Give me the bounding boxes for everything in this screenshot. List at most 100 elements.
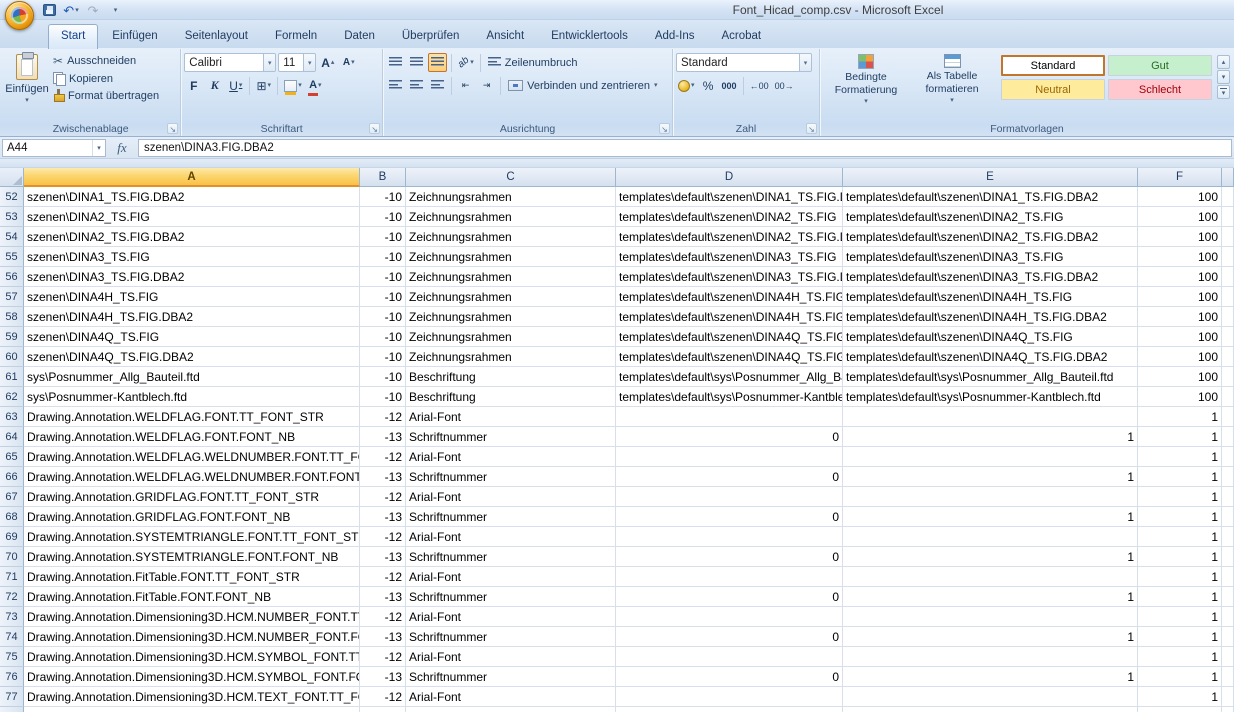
row-header-54[interactable]: 54: [0, 227, 24, 247]
row-header-77[interactable]: 77: [0, 687, 24, 707]
cell-A60[interactable]: szenen\DINA4Q_TS.FIG.DBA2: [24, 347, 360, 367]
clipboard-dialog-launcher-icon[interactable]: ↘: [167, 123, 178, 134]
cell-A63[interactable]: Drawing.Annotation.WELDFLAG.FONT.TT_FONT…: [24, 407, 360, 427]
row-header-67[interactable]: 67: [0, 487, 24, 507]
increase-indent-button[interactable]: ⇥: [477, 76, 496, 95]
row-header-72[interactable]: 72: [0, 587, 24, 607]
cell-C68[interactable]: Schriftnummer: [406, 507, 616, 527]
cell-E78[interactable]: 1: [843, 707, 1138, 712]
cell-D74[interactable]: 0: [616, 627, 843, 647]
cell-B59[interactable]: -10: [360, 327, 406, 347]
cell-B72[interactable]: -13: [360, 587, 406, 607]
cell-D57[interactable]: templates\default\szenen\DINA4H_TS.FIG: [616, 287, 843, 307]
row-header-76[interactable]: 76: [0, 667, 24, 687]
insert-function-button[interactable]: fx: [109, 140, 135, 156]
column-header-partial[interactable]: [1222, 168, 1234, 187]
cell-partial-75[interactable]: [1222, 647, 1234, 667]
cell-E57[interactable]: templates\default\szenen\DINA4H_TS.FIG: [843, 287, 1138, 307]
name-box[interactable]: A44 ▾: [2, 139, 106, 157]
cell-E59[interactable]: templates\default\szenen\DINA4Q_TS.FIG: [843, 327, 1138, 347]
font-dialog-launcher-icon[interactable]: ↘: [369, 123, 380, 134]
cell-B77[interactable]: -12: [360, 687, 406, 707]
cell-partial-71[interactable]: [1222, 567, 1234, 587]
redo-button[interactable]: ↷: [84, 2, 102, 19]
cell-E56[interactable]: templates\default\szenen\DINA3_TS.FIG.DB…: [843, 267, 1138, 287]
bold-button[interactable]: F: [184, 76, 203, 95]
cut-button[interactable]: ✂ Ausschneiden: [50, 53, 177, 69]
cell-F71[interactable]: 1: [1138, 567, 1222, 587]
underline-button[interactable]: U▾: [226, 76, 245, 95]
cell-C65[interactable]: Arial-Font: [406, 447, 616, 467]
tab-entwicklertools[interactable]: Entwicklertools: [538, 25, 641, 48]
cell-F73[interactable]: 1: [1138, 607, 1222, 627]
cell-E53[interactable]: templates\default\szenen\DINA2_TS.FIG: [843, 207, 1138, 227]
cell-B54[interactable]: -10: [360, 227, 406, 247]
cell-partial-59[interactable]: [1222, 327, 1234, 347]
cell-E68[interactable]: 1: [843, 507, 1138, 527]
align-left-button[interactable]: [386, 76, 405, 95]
cell-E74[interactable]: 1: [843, 627, 1138, 647]
cell-D55[interactable]: templates\default\szenen\DINA3_TS.FIG: [616, 247, 843, 267]
cell-F76[interactable]: 1: [1138, 667, 1222, 687]
cell-partial-57[interactable]: [1222, 287, 1234, 307]
cell-B65[interactable]: -12: [360, 447, 406, 467]
cell-D67[interactable]: [616, 487, 843, 507]
style-standard[interactable]: Standard: [1001, 55, 1105, 76]
number-dialog-launcher-icon[interactable]: ↘: [806, 123, 817, 134]
cell-A77[interactable]: Drawing.Annotation.Dimensioning3D.HCM.TE…: [24, 687, 360, 707]
cell-partial-54[interactable]: [1222, 227, 1234, 247]
cell-A67[interactable]: Drawing.Annotation.GRIDFLAG.FONT.TT_FONT…: [24, 487, 360, 507]
row-header-52[interactable]: 52: [0, 187, 24, 207]
cell-E64[interactable]: 1: [843, 427, 1138, 447]
cell-C73[interactable]: Arial-Font: [406, 607, 616, 627]
cell-F64[interactable]: 1: [1138, 427, 1222, 447]
cell-A53[interactable]: szenen\DINA2_TS.FIG: [24, 207, 360, 227]
cell-A71[interactable]: Drawing.Annotation.FitTable.FONT.TT_FONT…: [24, 567, 360, 587]
cell-F75[interactable]: 1: [1138, 647, 1222, 667]
cell-F53[interactable]: 100: [1138, 207, 1222, 227]
cell-D78[interactable]: 0: [616, 707, 843, 712]
cell-D66[interactable]: 0: [616, 467, 843, 487]
cell-C74[interactable]: Schriftnummer: [406, 627, 616, 647]
cell-F68[interactable]: 1: [1138, 507, 1222, 527]
cell-partial-61[interactable]: [1222, 367, 1234, 387]
tab-ansicht[interactable]: Ansicht: [473, 25, 537, 48]
row-header-78[interactable]: 78: [0, 707, 24, 712]
align-middle-button[interactable]: [407, 53, 426, 72]
cell-partial-65[interactable]: [1222, 447, 1234, 467]
tab-einfügen[interactable]: Einfügen: [99, 25, 170, 48]
cell-E75[interactable]: [843, 647, 1138, 667]
cell-F63[interactable]: 1: [1138, 407, 1222, 427]
cell-E54[interactable]: templates\default\szenen\DINA2_TS.FIG.DB…: [843, 227, 1138, 247]
cell-partial-68[interactable]: [1222, 507, 1234, 527]
cell-A58[interactable]: szenen\DINA4H_TS.FIG.DBA2: [24, 307, 360, 327]
cell-C57[interactable]: Zeichnungsrahmen: [406, 287, 616, 307]
cell-A54[interactable]: szenen\DINA2_TS.FIG.DBA2: [24, 227, 360, 247]
gallery-scroll-down-button[interactable]: ▾: [1217, 70, 1230, 84]
cell-F61[interactable]: 100: [1138, 367, 1222, 387]
cell-C58[interactable]: Zeichnungsrahmen: [406, 307, 616, 327]
cell-A64[interactable]: Drawing.Annotation.WELDFLAG.FONT.FONT_NB: [24, 427, 360, 447]
cell-B63[interactable]: -12: [360, 407, 406, 427]
cell-A76[interactable]: Drawing.Annotation.Dimensioning3D.HCM.SY…: [24, 667, 360, 687]
style-schlecht[interactable]: Schlecht: [1108, 79, 1212, 100]
cell-D69[interactable]: [616, 527, 843, 547]
font-size-select[interactable]: 11 ▾: [278, 53, 316, 72]
cell-C76[interactable]: Schriftnummer: [406, 667, 616, 687]
cell-D64[interactable]: 0: [616, 427, 843, 447]
cell-D76[interactable]: 0: [616, 667, 843, 687]
cell-B75[interactable]: -12: [360, 647, 406, 667]
cell-C56[interactable]: Zeichnungsrahmen: [406, 267, 616, 287]
italic-button[interactable]: K: [205, 76, 224, 95]
cell-B73[interactable]: -12: [360, 607, 406, 627]
cell-A74[interactable]: Drawing.Annotation.Dimensioning3D.HCM.NU…: [24, 627, 360, 647]
cell-F72[interactable]: 1: [1138, 587, 1222, 607]
row-header-63[interactable]: 63: [0, 407, 24, 427]
cell-A66[interactable]: Drawing.Annotation.WELDFLAG.WELDNUMBER.F…: [24, 467, 360, 487]
cell-A69[interactable]: Drawing.Annotation.SYSTEMTRIANGLE.FONT.T…: [24, 527, 360, 547]
row-header-61[interactable]: 61: [0, 367, 24, 387]
cell-B67[interactable]: -12: [360, 487, 406, 507]
cell-F69[interactable]: 1: [1138, 527, 1222, 547]
cell-D71[interactable]: [616, 567, 843, 587]
conditional-formatting-button[interactable]: Bedingte Formatierung ▾: [823, 51, 909, 121]
